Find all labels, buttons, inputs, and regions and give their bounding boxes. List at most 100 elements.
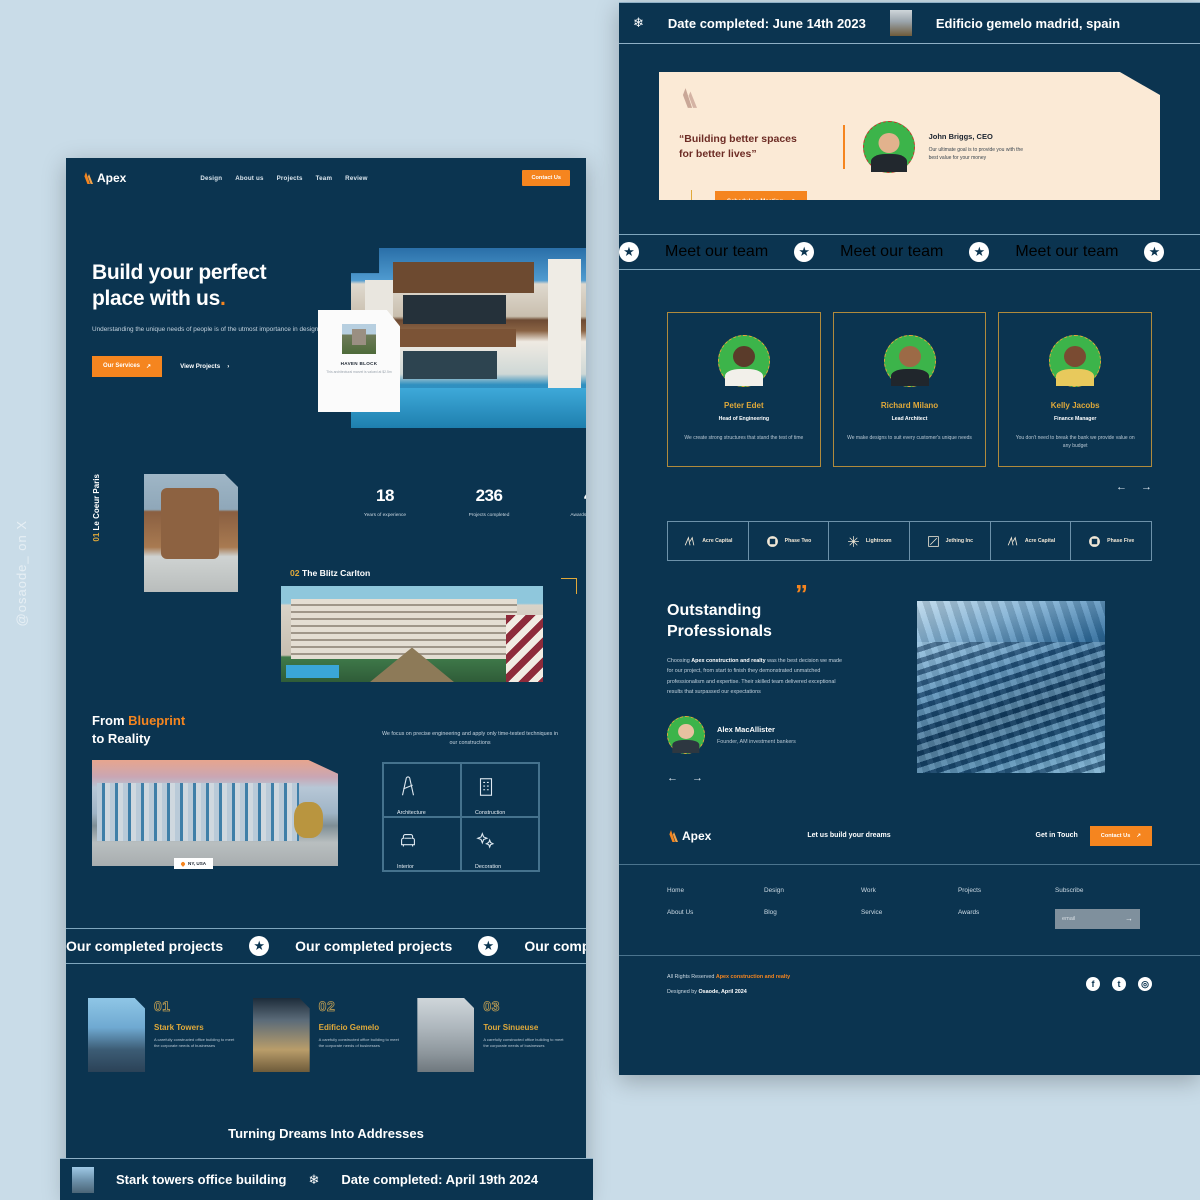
hero-title: Build your perfect place with us.	[92, 260, 342, 311]
partner-logo-cell[interactable]: Jething Inc	[910, 522, 991, 560]
team-member-desc: We create strong structures that stand t…	[684, 435, 804, 441]
project-01-number: 01	[92, 532, 101, 542]
subscribe-placeholder: email	[1062, 915, 1076, 922]
nav-item-about-us[interactable]: About us	[235, 175, 263, 182]
carousel-next-arrow-icon[interactable]: →	[692, 772, 703, 784]
partner-name: Phase Five	[1107, 538, 1135, 544]
footer-rights-brand: Apex construction and realty	[715, 973, 791, 980]
project-name: Tour Sinueuse	[483, 1023, 539, 1032]
testimonial-body: Choosing Apex construction and realty wa…	[667, 656, 842, 698]
footer-contact-us-button[interactable]: Contact Us ↗	[1089, 825, 1152, 846]
carousel-next-arrow-icon[interactable]: →	[1141, 481, 1152, 493]
nav-item-team[interactable]: Team	[316, 175, 333, 182]
left-bottom-ticker: Stark towers office building ❄ Date comp…	[60, 1158, 593, 1200]
team-card[interactable]: Kelly Jacobs Finance Manager You don't n…	[998, 312, 1153, 467]
star-icon: ★	[969, 242, 990, 262]
partner-logo-cell[interactable]: Phase Five	[1071, 522, 1151, 560]
stats-group: 18 Years of experience 236 Projects comp…	[356, 486, 586, 519]
meet-our-team-marquee: ★ Meet our team ★ Meet our team ★ Meet o…	[619, 234, 1200, 270]
blueprint-paragraph: We focus on precise engineering and appl…	[381, 731, 559, 747]
team-member-role: Finance Manager	[1053, 416, 1097, 422]
footer-column: Work Service	[861, 887, 958, 931]
team-member-name: Peter Edet	[724, 401, 764, 410]
ticker-date: Date completed: June 14th 2023	[667, 15, 866, 31]
square-ring-icon	[766, 535, 779, 548]
view-projects-link[interactable]: View Projects ›	[180, 363, 229, 370]
testimonial-body-brand: Apex construction and realty	[691, 657, 766, 664]
schedule-meeting-button[interactable]: Schedule a Meeting ↗	[715, 191, 808, 200]
team-cards: Peter Edet Head of Engineering We create…	[619, 270, 1200, 467]
partner-logo-cell[interactable]: Acre Capital	[668, 522, 749, 560]
footer-link-blog[interactable]: Blog	[764, 909, 861, 916]
stat-item: 18 Years of experience	[356, 486, 414, 519]
avatar	[862, 121, 915, 173]
carousel-prev-arrow-icon[interactable]: ←	[1116, 481, 1127, 493]
hero-cta-group: Our Services ↗ View Projects ›	[92, 355, 342, 377]
service-cell-architecture[interactable]: Architecture	[383, 763, 461, 817]
project-card[interactable]: 02 Edificio Gemelo A carefully construct…	[252, 998, 400, 1072]
footer-designed: Designed by Osaode, April 2024	[667, 989, 790, 995]
quote-section: “Building better spaces for better lives…	[619, 44, 1200, 200]
team-card[interactable]: Richard Milano Lead Architect We make de…	[832, 312, 987, 467]
partner-logo-cell[interactable]: Lightroom	[829, 522, 911, 560]
showcase-stats-section: 01 Le Coeur Paris 18 Years of experience…	[66, 458, 586, 698]
logo[interactable]: Apex	[82, 171, 126, 185]
instagram-icon[interactable]: ◎	[1138, 977, 1152, 992]
footer-designed-by: Osaode, April 2024	[698, 988, 747, 995]
footer-link-service[interactable]: Service	[861, 909, 958, 916]
footer-logo[interactable]: Apex	[667, 829, 711, 843]
peak-icon	[1006, 535, 1019, 548]
footer-subscribe-column: Subscribe email →	[1055, 887, 1152, 931]
stat-item: 236 Projects completed	[460, 486, 518, 519]
footer-designed-pre: Designed by	[667, 988, 699, 995]
footer-link-about-us[interactable]: About Us	[667, 909, 764, 916]
twitter-icon[interactable]: t	[1112, 977, 1126, 992]
nav-item-review[interactable]: Review	[345, 175, 368, 182]
ticker-project-name: Stark towers office building	[116, 1172, 287, 1187]
facebook-icon[interactable]: f	[1086, 977, 1100, 992]
author-role: Founder, AM investment bankers	[717, 738, 796, 745]
haven-block-card[interactable]: HAVEN BLOCK This architectural marvel is…	[318, 310, 400, 412]
service-cell-construction[interactable]: Construction	[461, 763, 539, 817]
footer-link-design[interactable]: Design	[764, 887, 861, 894]
testimonial-body-pre: Choosing	[667, 657, 692, 664]
subscribe-input[interactable]: email →	[1055, 908, 1140, 929]
nav-item-projects[interactable]: Projects	[277, 175, 303, 182]
nav-item-design[interactable]: Design	[200, 175, 222, 182]
quote-row: “Building better spaces for better lives…	[679, 121, 1140, 173]
carousel-prev-arrow-icon[interactable]: ←	[667, 772, 678, 784]
project-thumbnail	[88, 998, 145, 1072]
project-description: A carefully constructed office building …	[154, 1037, 235, 1049]
service-cell-interior[interactable]: Interior	[383, 817, 461, 871]
our-services-button[interactable]: Our Services ↗	[92, 355, 163, 377]
service-label: Decoration	[475, 864, 502, 870]
footer-link-home[interactable]: Home	[667, 887, 764, 894]
avatar	[883, 335, 936, 387]
building-icon	[475, 776, 497, 798]
hero-title-dot: .	[219, 286, 226, 310]
project-card[interactable]: 01 Stark Towers A carefully constructed …	[88, 998, 235, 1072]
contact-us-button[interactable]: Contact Us	[522, 170, 570, 186]
service-cell-decoration[interactable]: Decoration	[461, 817, 539, 871]
partner-name: Lightroom	[865, 538, 892, 544]
footer-rights-pre: All Rights Reserved	[667, 973, 716, 980]
stat-item: 47 Awards & recognition	[564, 486, 586, 519]
watermark: @osaode_ on X	[14, 520, 29, 627]
project-description: A carefully constructed office building …	[483, 1037, 564, 1049]
footer-link-projects[interactable]: Projects	[958, 887, 1055, 894]
stat-value: 236	[475, 486, 503, 505]
ticker-project-thumbnail	[889, 10, 912, 36]
footer-link-awards[interactable]: Awards	[958, 909, 1055, 916]
project-card[interactable]: 03 Tour Sinueuse A carefully constructed…	[417, 998, 564, 1072]
arrow-right-icon[interactable]: →	[1125, 914, 1133, 923]
footer-logo-text: Apex	[682, 828, 712, 843]
team-card[interactable]: Peter Edet Head of Engineering We create…	[667, 312, 821, 467]
ticker-project-thumbnail	[72, 1166, 94, 1193]
apex-logo-icon	[667, 829, 678, 842]
team-member-role: Lead Architect	[891, 416, 928, 422]
partner-logo-cell[interactable]: Phase Two	[749, 522, 830, 560]
partner-logo-cell[interactable]: Acre Capital	[991, 522, 1072, 560]
footer-link-work[interactable]: Work	[861, 887, 958, 894]
footer-column: Projects Awards	[958, 887, 1055, 931]
footer-link-columns: Home About Us Design Blog Work Service P…	[619, 865, 1200, 956]
